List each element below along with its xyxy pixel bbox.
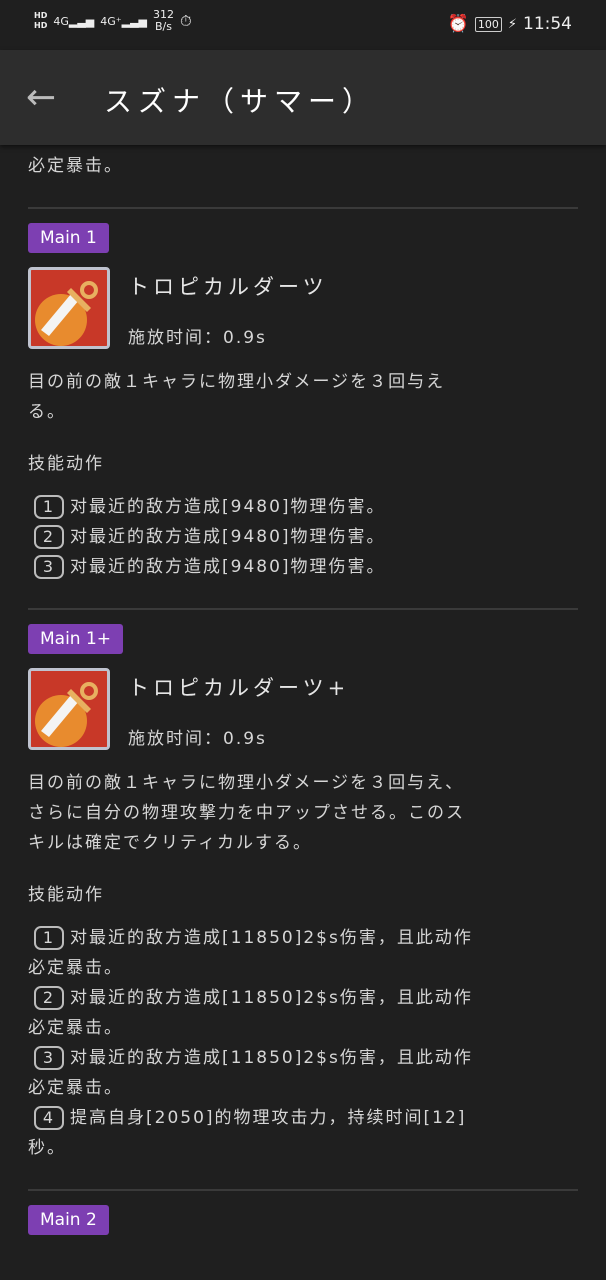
action-number: 2: [34, 986, 64, 1010]
skill-description: キルは確定でクリティカルする。: [28, 833, 312, 853]
action-number: 3: [34, 555, 64, 579]
skill-tag: Main 1: [28, 223, 109, 253]
action-number: 1: [34, 926, 64, 950]
cast-time: 施放时间：0.9s: [128, 729, 267, 749]
action-item: 1 对最近的敌方造成[9480]物理伤害。: [28, 492, 578, 522]
battery-icon: 100: [474, 16, 502, 32]
skill-content: 必定暴击。 Main 1 トロピカルダーツ施放时间：0.9s 目の前の敵１キャラに物…: [0, 151, 606, 1235]
cast-time: 施放时间：0.9s: [128, 328, 267, 348]
back-arrow-icon[interactable]: ←: [26, 78, 66, 118]
action-number: 3: [34, 1046, 64, 1070]
action-continuation: 必定暴击。: [28, 1078, 123, 1098]
clock: 11:54: [523, 14, 572, 34]
signal-icon: 4G⁺▂▃▅: [100, 14, 147, 28]
skill-icon: [28, 668, 110, 750]
skill-description: 目の前の敵１キャラに物理小ダメージを３回与え、: [28, 773, 465, 793]
skill-description: 目の前の敵１キャラに物理小ダメージを３回与え: [28, 372, 446, 392]
action-item: 2 对最近的敌方造成[9480]物理伤害。: [28, 522, 578, 552]
action-item: 3 对最近的敌方造成[11850]2$s伤害，且此动作: [28, 1043, 578, 1073]
text-fragment: 必定暴击。: [28, 156, 123, 176]
skill-section: Main 1+ トロピカルダーツ+ 施放时间：0.9s 目の前の敵１キャラに物理小ダメ…: [28, 610, 578, 1191]
app-header: ← スズナ（サマー）: [0, 50, 606, 145]
skill-description: さらに自分の物理攻撃力を中アップさせる。このス: [28, 803, 465, 823]
action-item: 3 对最近的敌方造成[9480]物理伤害。: [28, 552, 578, 582]
action-continuation: 必定暴击。: [28, 1018, 123, 1038]
skill-tag: Main 2: [28, 1205, 109, 1235]
timer-icon: ⏱: [180, 12, 192, 30]
status-bar: HD HD 4G▂▃▅ 4G⁺▂▃▅ 312 B/s ⏱ ⏰ 100 ⚡ 11:54: [0, 0, 606, 50]
action-continuation: 秒。: [28, 1138, 66, 1158]
page-title: スズナ（サマー）: [104, 85, 377, 118]
action-number: 4: [34, 1106, 64, 1130]
action-item: 2 对最近的敌方造成[11850]2$s伤害，且此动作: [28, 983, 578, 1013]
action-continuation: 必定暴击。: [28, 958, 123, 978]
skill-section: Main 2: [28, 1191, 578, 1235]
alarm-icon: ⏰: [447, 14, 469, 34]
action-item: 1 对最近的敌方造成[11850]2$s伤害，且此动作: [28, 923, 578, 953]
hd-icon: HD HD: [34, 11, 48, 30]
action-item: 4 提高自身[2050]的物理攻击力，持续时间[12]: [28, 1103, 578, 1133]
actions-label: 技能动作: [28, 454, 104, 474]
skill-tag: Main 1+: [28, 624, 124, 654]
skill-description: る。: [28, 402, 66, 422]
actions-label: 技能动作: [28, 885, 104, 905]
action-number: 2: [34, 525, 64, 549]
skill-name: トロピカルダーツ+: [128, 676, 350, 700]
action-number: 1: [34, 495, 64, 519]
skill-section: Main 1 トロピカルダーツ施放时间：0.9s 目の前の敵１キャラに物理小ダメージ…: [28, 209, 578, 610]
signal-icon: 4G▂▃▅: [53, 14, 95, 28]
skill-icon: [28, 267, 110, 349]
skill-name: トロピカルダーツ: [128, 275, 328, 299]
net-speed: 312 B/s: [153, 8, 174, 33]
charging-icon: ⚡: [507, 16, 517, 32]
